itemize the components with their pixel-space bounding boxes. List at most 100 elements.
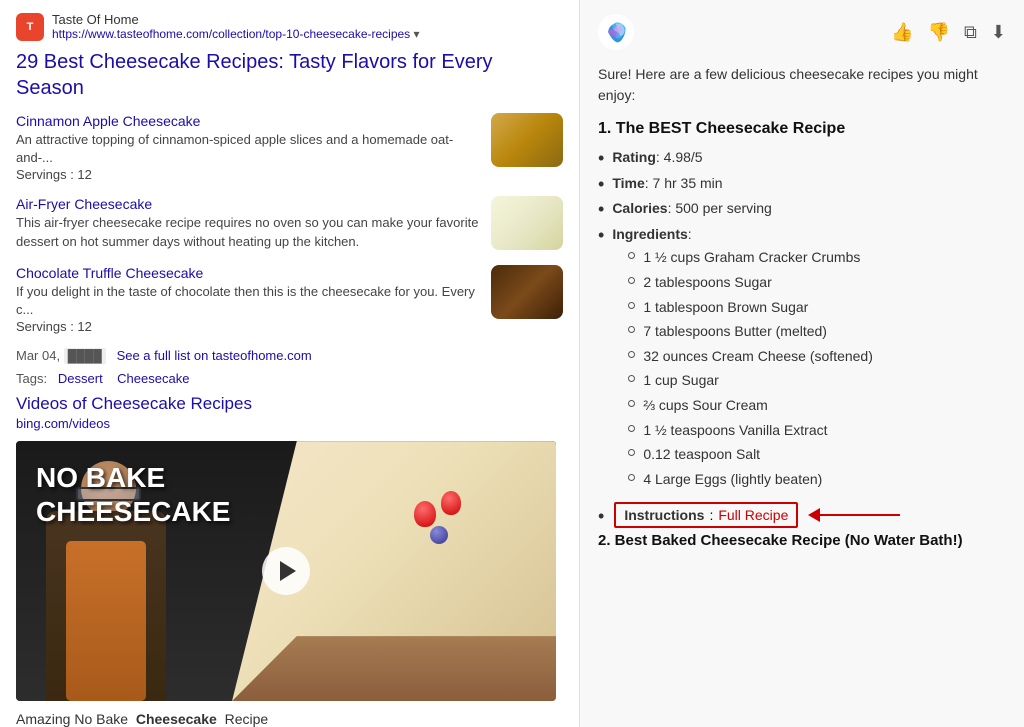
source-name: Taste Of Home [52, 12, 420, 27]
videos-source[interactable]: bing.com/videos [16, 416, 563, 431]
videos-heading: Videos of Cheesecake Recipes [16, 394, 563, 414]
video-title-bold: Cheesecake [136, 711, 217, 727]
ingredient-6: 1 cup Sugar [628, 371, 873, 391]
rating-label: Rating [612, 149, 656, 165]
recipe-thumb-2-img [491, 196, 563, 250]
ingredients-label: Ingredients [612, 226, 687, 242]
recipe2-heading: 2. Best Baked Cheesecake Recipe (No Wate… [598, 532, 1006, 549]
source-icon: T [16, 13, 44, 41]
source-info: Taste Of Home https://www.tasteofhome.co… [52, 12, 420, 41]
berry-red-1 [414, 501, 436, 527]
bullet-dot-calories: • [598, 200, 604, 218]
recipe1-ingredients-item: • Ingredients: 1 ½ cups Graham Cracker C… [598, 225, 1006, 495]
sub-circle-10 [628, 474, 635, 481]
ingredient-10: 4 Large Eggs (lightly beaten) [628, 470, 873, 490]
play-icon [280, 561, 296, 581]
copilot-logo [598, 14, 634, 50]
tag-dessert[interactable]: Dessert [58, 371, 103, 386]
time-label: Time [612, 175, 644, 191]
video-title-end: Recipe [225, 711, 269, 727]
ingredient-4: 7 tablespoons Butter (melted) [628, 322, 873, 342]
recipe-item-3-desc: If you delight in the taste of chocolate… [16, 283, 481, 319]
full-recipe-link[interactable]: Full Recipe [718, 507, 788, 523]
recipe1-rating: • Rating: 4.98/5 [598, 148, 1006, 168]
video-bg: NO BAKE CHEESECAKE [16, 441, 556, 701]
meta-full-list-link[interactable]: See a full list on tasteofhome.com [117, 348, 312, 363]
copy-icon[interactable]: ⧉ [964, 22, 977, 43]
recipe1-bullets: • Rating: 4.98/5 • Time: 7 hr 35 min • C… [598, 148, 1006, 494]
recipe-item-3-text: Chocolate Truffle Cheesecake If you deli… [16, 265, 491, 334]
left-panel: T Taste Of Home https://www.tasteofhome.… [0, 0, 580, 727]
recipe-thumb-1-img [491, 113, 563, 167]
calories-label: Calories [612, 200, 667, 216]
recipe-item-3-title[interactable]: Chocolate Truffle Cheesecake [16, 265, 481, 281]
recipe-item-1-meta: Servings : 12 [16, 167, 481, 182]
video-thumbnail[interactable]: NO BAKE CHEESECAKE [16, 441, 556, 701]
search-title-link[interactable]: 29 Best Cheesecake Recipes: Tasty Flavor… [16, 51, 493, 99]
arrow-line [820, 514, 900, 516]
ingredients-sublist: 1 ½ cups Graham Cracker Crumbs 2 tablesp… [628, 248, 873, 489]
sub-circle-4 [628, 326, 635, 333]
tag-cheesecake[interactable]: Cheesecake [117, 371, 189, 386]
ingredient-3: 1 tablespoon Brown Sugar [628, 298, 873, 318]
instructions-box: Instructions: Full Recipe [614, 502, 798, 528]
ingredient-1: 1 ½ cups Graham Cracker Crumbs [628, 248, 873, 268]
ingredient-5: 32 ounces Cream Cheese (softened) [628, 347, 873, 367]
videos-heading-link[interactable]: Videos of Cheesecake Recipes [16, 394, 252, 413]
bullet-dot-time: • [598, 175, 604, 193]
arrow-indicator [808, 508, 900, 522]
download-icon[interactable]: ⬇ [991, 22, 1006, 43]
recipe-item-2-desc: This air-fryer cheesecake recipe require… [16, 214, 481, 250]
recipe-thumb-3 [491, 265, 563, 319]
intro-text: Sure! Here are a few delicious cheesecak… [598, 64, 1006, 106]
meta-date-blurred: ████ [64, 348, 106, 364]
man-apron [66, 541, 146, 701]
time-content: Time: 7 hr 35 min [612, 174, 722, 194]
recipe-item-1-text: Cinnamon Apple Cheesecake An attractive … [16, 113, 491, 182]
sub-circle-2 [628, 277, 635, 284]
recipe-thumb-1 [491, 113, 563, 167]
recipe-item-3-meta: Servings : 12 [16, 319, 481, 334]
copilot-header: 👍 👎 ⧉ ⬇ [598, 14, 1006, 50]
ingredient-2: 2 tablespoons Sugar [628, 273, 873, 293]
recipe-thumb-2 [491, 196, 563, 250]
video-title-text: Amazing No Bake Cheesecake Recipe [16, 711, 563, 727]
ingredient-9: 0.12 teaspoon Salt [628, 445, 873, 465]
rating-value: 4.98/5 [664, 149, 703, 165]
sub-circle-9 [628, 449, 635, 456]
search-main-title[interactable]: 29 Best Cheesecake Recipes: Tasty Flavor… [16, 49, 563, 101]
sub-circle-7 [628, 400, 635, 407]
rating-content: Rating: 4.98/5 [612, 148, 702, 168]
sub-circle-5 [628, 351, 635, 358]
sub-circle-8 [628, 425, 635, 432]
ingredients-content: Ingredients: 1 ½ cups Graham Cracker Cru… [612, 225, 873, 495]
recipe-item-2: Air-Fryer Cheesecake This air-fryer chee… [16, 196, 563, 250]
sub-circle-6 [628, 375, 635, 382]
recipe-item-2-title[interactable]: Air-Fryer Cheesecake [16, 196, 481, 212]
bullet-dot-ingredients: • [598, 226, 604, 244]
video-title-start: Amazing No Bake [16, 711, 128, 727]
thumbdown-icon[interactable]: 👎 [928, 22, 950, 43]
calories-content: Calories: 500 per serving [612, 199, 772, 219]
recipe1-time: • Time: 7 hr 35 min [598, 174, 1006, 194]
recipe-item-3: Chocolate Truffle Cheesecake If you deli… [16, 265, 563, 334]
instructions-label: Instructions [624, 507, 704, 523]
instructions-row: • Instructions: Full Recipe [598, 502, 1006, 528]
bullet-dot-instructions: • [598, 507, 604, 525]
play-button[interactable] [262, 547, 310, 595]
ingredient-7: ⅔ cups Sour Cream [628, 396, 873, 416]
arrow-head [808, 508, 820, 522]
time-value: 7 hr 35 min [653, 175, 723, 191]
recipe1-calories: • Calories: 500 per serving [598, 199, 1006, 219]
thumbup-icon[interactable]: 👍 [891, 22, 913, 43]
right-panel: 👍 👎 ⧉ ⬇ Sure! Here are a few delicious c… [580, 0, 1024, 727]
meta-row: Mar 04, ████ See a full list on tasteofh… [16, 348, 563, 363]
tags-row: Tags: Dessert Cheesecake [16, 371, 563, 386]
calories-value: 500 per serving [675, 200, 772, 216]
source-url: https://www.tasteofhome.com/collection/t… [52, 27, 420, 41]
ingredient-8: 1 ½ teaspoons Vanilla Extract [628, 421, 873, 441]
berry-red-2 [441, 491, 461, 515]
recipe-item-2-text: Air-Fryer Cheesecake This air-fryer chee… [16, 196, 491, 250]
sub-circle-1 [628, 252, 635, 259]
recipe-item-1-title[interactable]: Cinnamon Apple Cheesecake [16, 113, 481, 129]
